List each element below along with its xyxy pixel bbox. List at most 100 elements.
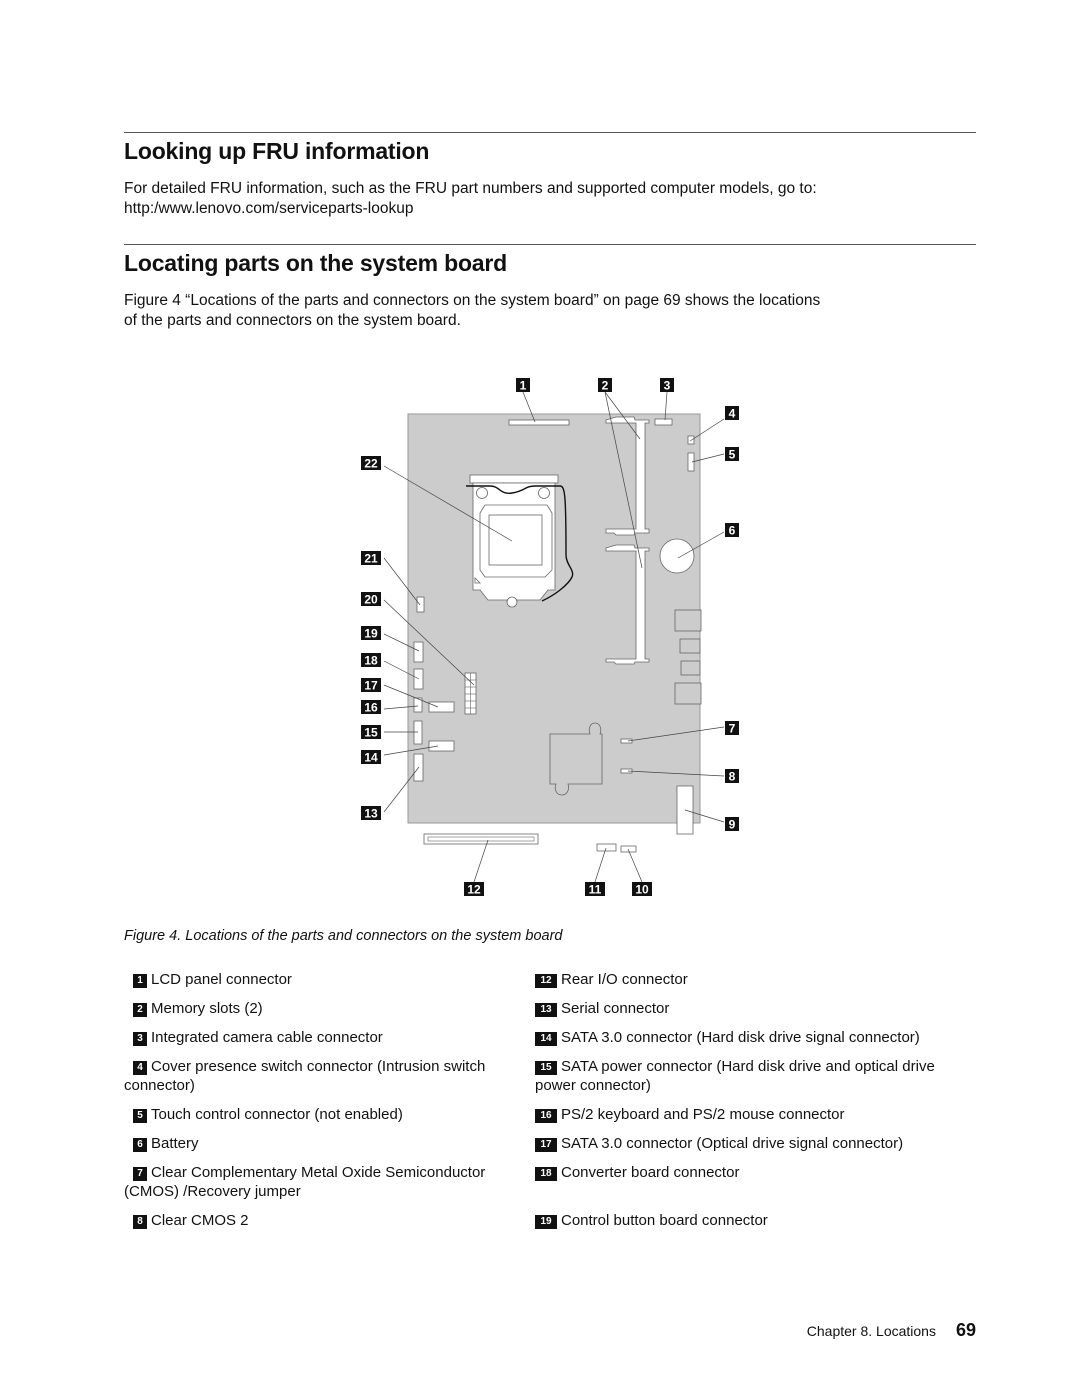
system-board-diagram: 1 2 3 4 5 6 7 8 9 10 11 12 13 14 15 16 17 18 19 20 21 22 — [340, 365, 760, 905]
callout-19: 19 — [361, 626, 381, 641]
callout-badge-label: 19 — [364, 627, 378, 641]
callout-badge-label: 9 — [729, 818, 736, 832]
fru-lookup-link[interactable]: http:/www.lenovo.com/serviceparts-lookup — [124, 199, 984, 219]
legend-text: Clear Complementary Metal Oxide Semicond… — [124, 1164, 486, 1200]
camera-connector — [654, 418, 673, 426]
callout-badge-label: 13 — [364, 807, 378, 821]
legend-item: 7 Clear Complementary Metal Oxide Semicon… — [124, 1163, 519, 1201]
callout-8: 8 — [725, 769, 739, 784]
callout-badge: 18 — [535, 1167, 557, 1181]
legend-text: LCD panel connector — [151, 971, 292, 988]
legend-item: 1 LCD panel connector — [133, 970, 533, 989]
chapter-label: Chapter 8. Locations — [806, 1323, 936, 1339]
callout-badge: 16 — [535, 1109, 557, 1123]
legend-text: Battery — [151, 1135, 199, 1152]
legend-text: Rear I/O connector — [561, 971, 688, 988]
legend-text: Touch control connector (not enabled) — [151, 1106, 403, 1123]
figure-reference-link[interactable]: Figure 4 “Locations of the parts and con… — [124, 291, 984, 311]
callout-badge-label: 14 — [364, 751, 378, 765]
callout-badge-label: 7 — [729, 722, 736, 736]
legend-item: 5 Touch control connector (not enabled) — [133, 1105, 533, 1124]
callout-badge-label: 5 — [729, 448, 736, 462]
callout-badge: 15 — [535, 1061, 557, 1075]
callout-badge: 4 — [133, 1061, 147, 1075]
callout-badge-label: 11 — [589, 883, 602, 897]
callout-badge-label: 18 — [364, 654, 378, 668]
battery — [659, 538, 695, 574]
fru-info-paragraph: For detailed FRU information, such as th… — [124, 179, 984, 219]
connector-21 — [416, 596, 425, 613]
callout-badge: 2 — [133, 1003, 147, 1017]
callout-badge-label: 3 — [664, 379, 671, 393]
heading-fru-info: Looking up FRU information — [124, 138, 430, 164]
legend-item: 3 Integrated camera cable connector — [133, 1028, 533, 1047]
legend-text: SATA 3.0 connector (Optical drive signal… — [561, 1135, 904, 1152]
legend-item: 2 Memory slots (2) — [133, 999, 533, 1018]
callout-11: 11 — [585, 882, 605, 897]
callout-5: 5 — [725, 447, 739, 462]
callout-2: 2 — [598, 378, 612, 393]
callout-badge-label: 15 — [364, 726, 378, 740]
paragraph-line: For detailed FRU information, such as th… — [124, 180, 817, 197]
section-divider — [124, 244, 976, 245]
rear-io-block-1 — [674, 609, 702, 632]
legend-item: 4 Cover presence switch connector (Intrus… — [124, 1057, 514, 1095]
control-button-connector — [413, 641, 424, 663]
callout-4: 4 — [725, 406, 739, 421]
callout-badge: 5 — [133, 1109, 147, 1123]
callout-badge-label: 21 — [364, 552, 378, 566]
callout-18: 18 — [361, 653, 381, 668]
callout-15: 15 — [361, 725, 381, 740]
legend-text: Converter board connector — [561, 1164, 740, 1181]
callout-17: 17 — [361, 678, 381, 693]
callout-badge: 7 — [133, 1167, 147, 1181]
legend-text: Memory slots (2) — [151, 1000, 263, 1017]
callout-21: 21 — [361, 551, 381, 566]
sata-optical-connector — [428, 701, 455, 713]
callout-badge-label: 4 — [729, 407, 736, 421]
legend-text: Control button board connector — [561, 1212, 768, 1229]
callout-badge: 19 — [535, 1215, 557, 1229]
callout-badge-label: 10 — [635, 883, 649, 897]
callout-badge-label: 2 — [602, 379, 609, 393]
rear-io-slot-inner — [427, 836, 535, 842]
callout-badge: 12 — [535, 974, 557, 988]
legend-item: 19 Control button board connector — [535, 1211, 980, 1230]
callout-badge: 1 — [133, 974, 147, 988]
legend-text: SATA power connector (Hard disk drive an… — [535, 1058, 935, 1094]
paragraph-line: of the parts and connectors on the syste… — [124, 312, 461, 329]
callout-9: 9 — [725, 817, 739, 832]
callout-13: 13 — [361, 806, 381, 821]
legend-item: 12 Rear I/O connector — [535, 970, 980, 989]
callout-20: 20 — [361, 592, 381, 607]
callout-22: 22 — [361, 456, 381, 471]
legend-item: 6 Battery — [133, 1134, 533, 1153]
callout-badge: 13 — [535, 1003, 557, 1017]
legend-item: 15 SATA power connector (Hard disk drive … — [535, 1057, 975, 1095]
heading-locating-parts: Locating parts on the system board — [124, 250, 507, 276]
legend-text: Serial connector — [561, 1000, 670, 1017]
callout-14: 14 — [361, 750, 381, 765]
callout-badge: 3 — [133, 1032, 147, 1046]
callout-badge: 17 — [535, 1138, 557, 1152]
legend-text: Integrated camera cable connector — [151, 1029, 383, 1046]
figure-caption: Figure 4. Locations of the parts and con… — [124, 928, 563, 944]
callout-badge-label: 16 — [364, 701, 378, 715]
legend-item: 13 Serial connector — [535, 999, 980, 1018]
legend-text: Clear CMOS 2 — [151, 1212, 249, 1229]
callout-badge: 14 — [535, 1032, 557, 1046]
legend-item: 16 PS/2 keyboard and PS/2 mouse connector — [535, 1105, 980, 1124]
callout-6: 6 — [725, 523, 739, 538]
callout-16: 16 — [361, 700, 381, 715]
callout-badge-label: 20 — [364, 593, 378, 607]
audio-jack-1 — [679, 638, 701, 654]
callout-badge-label: 6 — [729, 524, 736, 538]
section-divider — [124, 132, 976, 133]
connector-11 — [596, 843, 617, 852]
legend-item: 17 SATA 3.0 connector (Optical drive sign… — [535, 1134, 980, 1153]
callout-7: 7 — [725, 721, 739, 736]
callout-badge-label: 1 — [520, 379, 527, 393]
rear-io-block-2 — [674, 682, 702, 705]
callout-badge-label: 8 — [729, 770, 736, 784]
sata-hdd-connector — [428, 740, 455, 752]
